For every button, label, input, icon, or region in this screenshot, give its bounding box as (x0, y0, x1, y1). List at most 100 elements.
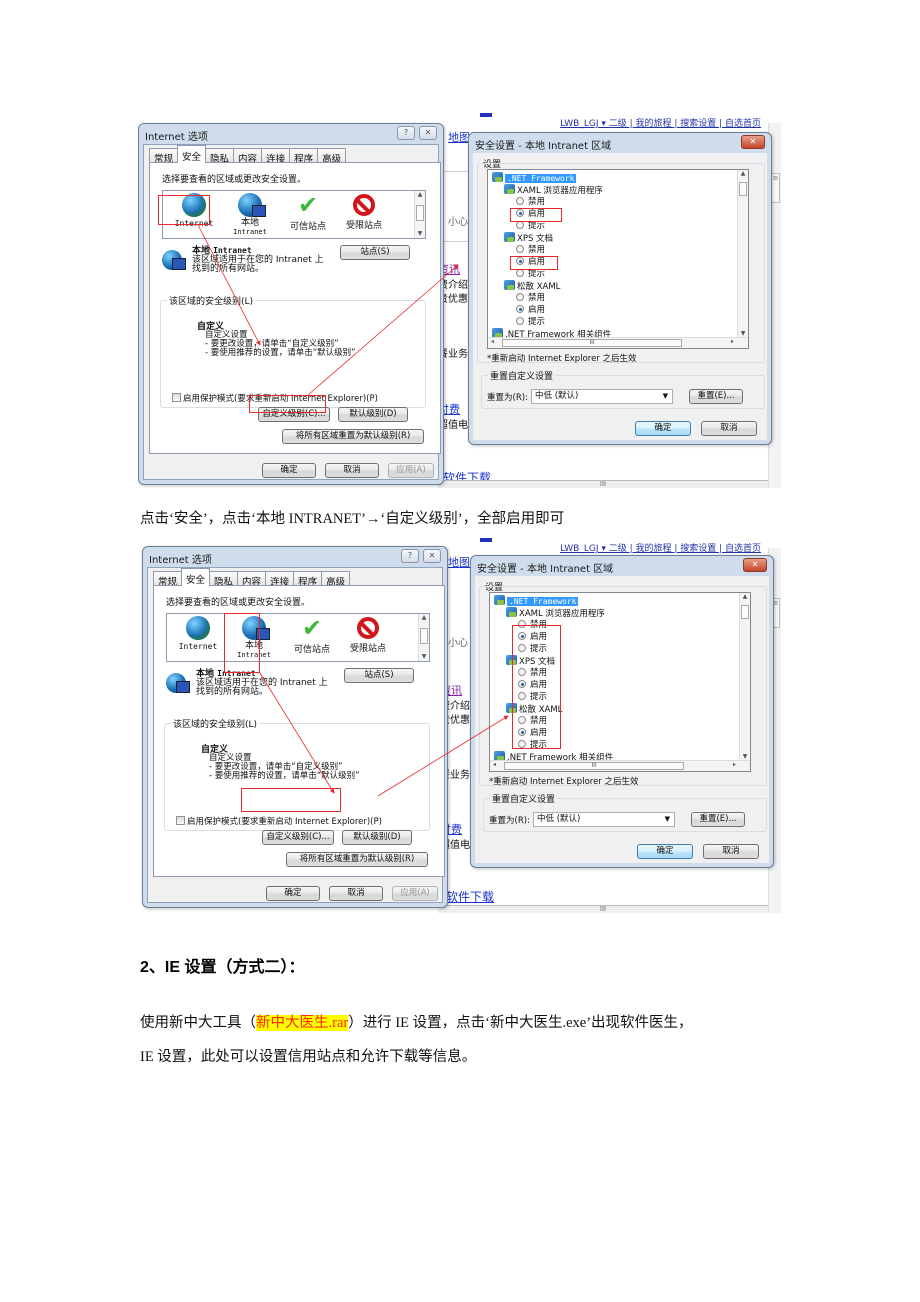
radio-button[interactable] (518, 692, 526, 700)
tree-radio-option[interactable]: 提示 (516, 268, 545, 280)
close-button[interactable]: ✕ (419, 126, 437, 140)
tree-horizontal-scrollbar[interactable]: ◂ III ▸ (488, 337, 748, 348)
scroll-thumb[interactable]: ≡ (771, 173, 780, 203)
radio-button-selected[interactable] (516, 305, 524, 313)
tree-radio-option[interactable]: 禁用 (518, 715, 547, 727)
radio-button[interactable] (516, 269, 524, 277)
radio-button[interactable] (518, 644, 526, 652)
tab-programs[interactable]: 程序 (293, 571, 323, 588)
tree-category[interactable]: .NET Framework (492, 172, 577, 184)
radio-button-selected[interactable] (516, 209, 524, 217)
reset-button[interactable]: 重置(E)... (691, 812, 745, 827)
radio-button[interactable] (516, 197, 524, 205)
tree-setting[interactable]: XPS 文档 (506, 655, 555, 667)
close-button[interactable]: ✕ (741, 135, 765, 149)
tab-general[interactable]: 常规 (153, 571, 183, 588)
ok-button[interactable]: 确定 (635, 421, 691, 436)
tree-radio-option[interactable]: 禁用 (516, 244, 545, 256)
tree-radio-option[interactable]: 启用 (516, 208, 545, 220)
tree-radio-option[interactable]: 启用 (516, 256, 545, 268)
tree-setting[interactable]: XAML 浏览器应用程序 (506, 607, 605, 619)
radio-button[interactable] (518, 620, 526, 628)
cancel-button[interactable]: 取消 (703, 844, 759, 859)
tree-radio-option[interactable]: 启用 (518, 679, 547, 691)
tree-radio-option[interactable]: 提示 (516, 220, 545, 232)
page-horizontal-scrollbar[interactable]: III (438, 480, 768, 488)
tab-privacy[interactable]: 隐私 (205, 148, 235, 165)
zone-restricted-sites[interactable]: 受限站点 (339, 616, 397, 654)
radio-button-selected[interactable] (518, 680, 526, 688)
reset-button[interactable]: 重置(E)... (689, 389, 743, 404)
software-download-link[interactable]: 软件下载 (446, 888, 494, 905)
zone-restricted-sites[interactable]: 受限站点 (335, 193, 393, 231)
default-level-button[interactable]: 默认级别(D) (342, 830, 412, 845)
custom-level-button[interactable]: 自定义级别(C)... (258, 407, 330, 422)
zone-trusted-sites[interactable]: ✔ 可信站点 (283, 616, 341, 655)
tree-radio-option[interactable]: 启用 (518, 727, 547, 739)
tab-privacy[interactable]: 隐私 (209, 571, 239, 588)
checkbox[interactable] (172, 393, 181, 402)
dialog-titlebar[interactable]: 安全设置 - 本地 Intranet 区域 ✕ (471, 556, 773, 576)
radio-button[interactable] (516, 245, 524, 253)
dialog-titlebar[interactable]: Internet 选项 ? ✕ (139, 124, 443, 144)
close-button[interactable]: ✕ (423, 549, 441, 563)
tab-advanced[interactable]: 高级 (321, 571, 351, 588)
tree-radio-option[interactable]: 提示 (518, 739, 547, 751)
tree-setting[interactable]: 松散 XAML (506, 703, 562, 715)
tab-connections[interactable]: 连接 (265, 571, 295, 588)
radio-button[interactable] (518, 716, 526, 724)
tab-connections[interactable]: 连接 (261, 148, 291, 165)
apply-button[interactable]: 应用(A) (388, 463, 434, 478)
cancel-button[interactable]: 取消 (329, 886, 383, 901)
tree-radio-option[interactable]: 启用 (516, 304, 545, 316)
close-button[interactable]: ✕ (743, 558, 767, 572)
help-button[interactable]: ? (397, 126, 415, 140)
tree-setting[interactable]: XAML 浏览器应用程序 (504, 184, 603, 196)
cancel-button[interactable]: 取消 (325, 463, 379, 478)
reset-all-zones-button[interactable]: 将所有区域重置为默认级别(R) (282, 429, 424, 444)
radio-button-selected[interactable] (516, 257, 524, 265)
ok-button[interactable]: 确定 (266, 886, 320, 901)
radio-button[interactable] (516, 293, 524, 301)
ok-button[interactable]: 确定 (637, 844, 693, 859)
tree-setting[interactable]: XPS 文档 (504, 232, 553, 244)
browser-top-links[interactable]: LWB_LGJ ▾ 二级 | 我的旅程 | 搜索设置 | 自选首页 (560, 116, 761, 129)
tree-radio-option[interactable]: 提示 (518, 691, 547, 703)
cancel-button[interactable]: 取消 (701, 421, 757, 436)
tab-security[interactable]: 安全 (181, 568, 211, 586)
map-link[interactable]: 地图 (448, 129, 470, 145)
radio-button[interactable] (516, 221, 524, 229)
sites-button[interactable]: 站点(S) (340, 245, 410, 260)
tree-radio-option[interactable]: 提示 (516, 316, 545, 328)
zone-internet[interactable]: Internet (165, 193, 223, 228)
radio-button[interactable] (516, 317, 524, 325)
tree-vertical-scrollbar[interactable]: ▲ ▼ (739, 593, 750, 761)
tree-horizontal-scrollbar[interactable]: ◂ III ▸ (490, 760, 750, 771)
tree-radio-option[interactable]: 禁用 (518, 619, 547, 631)
map-link[interactable]: 地图 (448, 554, 470, 570)
tree-radio-option[interactable]: 禁用 (516, 292, 545, 304)
tree-radio-option[interactable]: 禁用 (518, 667, 547, 679)
zone-local-intranet[interactable]: 本地 Intranet (225, 616, 283, 659)
tree-radio-option[interactable]: 提示 (518, 643, 547, 655)
default-level-button[interactable]: 默认级别(D) (338, 407, 408, 422)
dialog-titlebar[interactable]: Internet 选项 ? ✕ (143, 547, 447, 567)
protected-mode-checkbox[interactable]: 启用保护模式(要求重新启动 Internet Explorer)(P) (172, 392, 378, 404)
radio-button[interactable] (518, 740, 526, 748)
tree-vertical-scrollbar[interactable]: ▲ ▼ (737, 170, 748, 338)
tab-advanced[interactable]: 高级 (317, 148, 347, 165)
zone-internet[interactable]: Internet (169, 616, 227, 651)
tree-setting[interactable]: 松散 XAML (504, 280, 560, 292)
radio-button-selected[interactable] (518, 632, 526, 640)
radio-button[interactable] (518, 668, 526, 676)
tab-content[interactable]: 内容 (233, 148, 263, 165)
tab-general[interactable]: 常规 (149, 148, 179, 165)
zone-list-scrollbar[interactable]: ▲ ▼ (418, 614, 429, 661)
zone-list-scrollbar[interactable]: ▲ ▼ (414, 191, 425, 238)
dialog-titlebar[interactable]: 安全设置 - 本地 Intranet 区域 ✕ (469, 133, 771, 153)
browser-top-links[interactable]: LWB_LGJ ▾ 二级 | 我的旅程 | 搜索设置 | 自选首页 (560, 541, 761, 554)
radio-button-selected[interactable] (518, 728, 526, 736)
reset-all-zones-button[interactable]: 将所有区域重置为默认级别(R) (286, 852, 428, 867)
tab-security[interactable]: 安全 (177, 145, 207, 163)
tab-content[interactable]: 内容 (237, 571, 267, 588)
